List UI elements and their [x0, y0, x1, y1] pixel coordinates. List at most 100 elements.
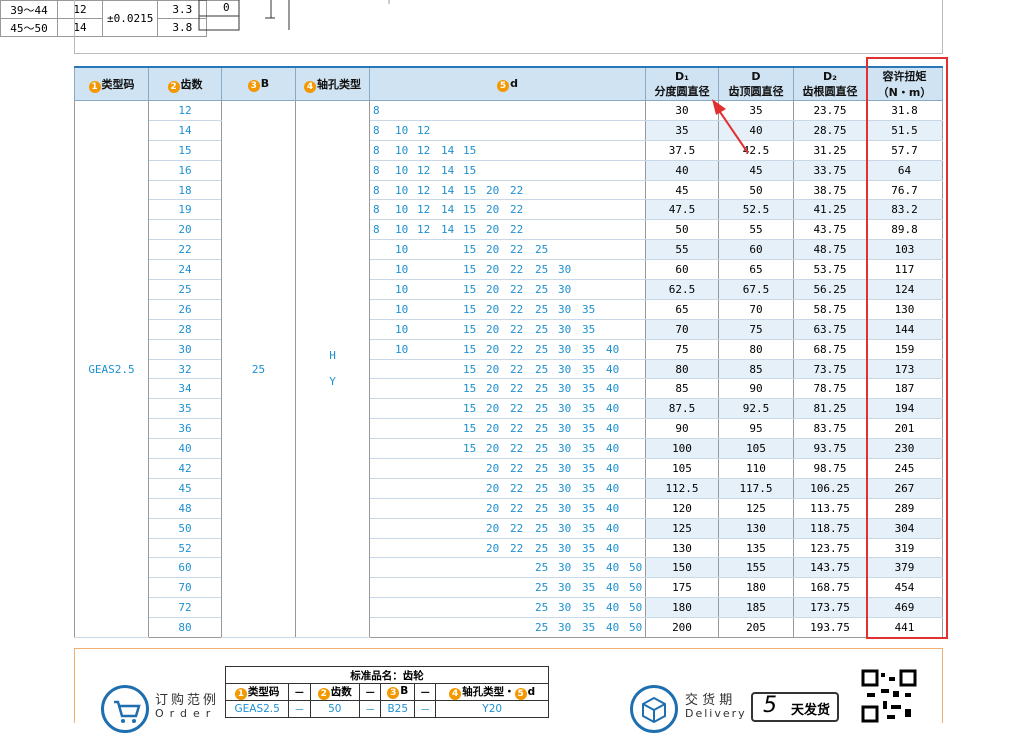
d2-cell: 28.75	[793, 120, 867, 141]
d-value: 25	[535, 601, 549, 615]
d-value: 40	[606, 442, 620, 456]
d-value: 25	[535, 621, 549, 635]
d-value: 25	[535, 342, 549, 356]
d-value: 40	[606, 541, 620, 555]
d-value: 35	[582, 601, 596, 615]
teeth-cell: 35	[148, 398, 222, 420]
d-value: 30	[558, 601, 572, 615]
D-cell: 205	[718, 617, 794, 639]
d2-cell: 83.75	[793, 418, 867, 440]
b-cell: 25	[221, 100, 296, 639]
teeth-cell: 16	[148, 160, 222, 181]
d-value: 8	[373, 163, 380, 177]
d-value: 20	[486, 342, 500, 356]
d2-cell: 33.75	[793, 160, 867, 181]
d-value: 25	[535, 302, 549, 316]
d1-cell: 130	[645, 538, 719, 559]
table-row: 70 25 30 35 40 50 175 180 168.75 454	[75, 577, 943, 599]
dash: －	[359, 683, 382, 701]
d2-cell: 41.25	[793, 199, 867, 221]
d-value: 22	[510, 203, 524, 217]
qr-code-icon	[861, 669, 917, 723]
d-value: 30	[558, 462, 572, 476]
D-cell: 135	[718, 538, 794, 559]
teeth-cell: 45	[148, 478, 222, 499]
D-cell: 95	[718, 418, 794, 440]
d-values-cell: 10 15 20 22 25 30 35 40	[369, 339, 646, 360]
d-value: 25	[535, 243, 549, 257]
d-value: 22	[510, 402, 524, 416]
d1-cell: 100	[645, 438, 719, 460]
delivery-unit: 天发货	[791, 703, 831, 718]
d-value: 15	[463, 322, 477, 336]
teeth-cell: 42	[148, 458, 222, 479]
d1-cell: 55	[645, 239, 719, 261]
d-values-cell: 15 20 22 25 30 35 40	[369, 418, 646, 440]
order-col-hole: 4 轴孔类型・ 5 d	[435, 683, 549, 701]
d-value: 22	[510, 481, 524, 495]
d-value: 10	[395, 243, 409, 257]
d-value: 15	[463, 382, 477, 396]
d-value: 35	[582, 581, 596, 595]
d-value: 22	[510, 541, 524, 555]
d-value: 22	[510, 322, 524, 336]
d-value: 40	[606, 601, 620, 615]
header-d2: D₂ 齿根圆直径	[793, 66, 867, 101]
d-value: 15	[463, 203, 477, 217]
red-arrow-icon	[712, 99, 749, 154]
D-cell: 90	[718, 378, 794, 400]
torque-highlight-box	[866, 57, 948, 639]
d1-cell: 80	[645, 359, 719, 380]
d-value: 50	[629, 561, 643, 575]
teeth-cell: 19	[148, 199, 222, 221]
d-value: 30	[558, 283, 572, 297]
d2-cell: 48.75	[793, 239, 867, 261]
hole-type-value: H	[329, 349, 336, 363]
d-values-cell: 10 15 20 22 25	[369, 239, 646, 261]
D-cell: 75	[718, 319, 794, 340]
d-value: 35	[582, 402, 596, 416]
table-row: 52 20 22 25 30 35 40 130 135 123.75 319	[75, 538, 943, 559]
hole-type-cell: HY	[295, 100, 370, 639]
teeth-cell: 48	[148, 498, 222, 519]
d-value: 25	[535, 462, 549, 476]
table-row: 14 8 10 12 35 40 28.75 51.5	[75, 120, 943, 141]
d2-cell: 73.75	[793, 359, 867, 380]
d2-cell: 106.25	[793, 478, 867, 499]
d-value: 12	[417, 143, 431, 157]
d2-cell: 78.75	[793, 378, 867, 400]
d-value: 14	[441, 183, 455, 197]
D-cell: 180	[718, 577, 794, 599]
d-value: 15	[463, 223, 477, 237]
d1-cell: 65	[645, 299, 719, 320]
d1-cell: 150	[645, 557, 719, 579]
header-type-code: 1 类型码	[74, 66, 149, 101]
d-value: 10	[395, 163, 409, 177]
d-value: 10	[395, 223, 409, 237]
d-values-cell: 8 10 12 14 15 20 22	[369, 219, 646, 241]
delivery-label-en: Delivery	[685, 707, 747, 720]
d-values-cell: 8	[369, 100, 646, 121]
D-cell: 65	[718, 259, 794, 281]
d-value: 12	[417, 203, 431, 217]
d-value: 35	[582, 462, 596, 476]
d-value: 15	[463, 402, 477, 416]
d1-cell: 87.5	[645, 398, 719, 420]
d-value: 30	[558, 263, 572, 277]
d-value: 20	[486, 521, 500, 535]
table-row: 50 20 22 25 30 35 40 125 130 118.75 304	[75, 518, 943, 539]
d-value: 14	[441, 223, 455, 237]
d2-cell: 143.75	[793, 557, 867, 579]
d-value: 25	[535, 501, 549, 515]
d1-cell: 45	[645, 180, 719, 201]
teeth-cell: 40	[148, 438, 222, 460]
d-value: 20	[486, 462, 500, 476]
d-value: 40	[606, 362, 620, 376]
d-value: 22	[510, 283, 524, 297]
d2-cell: 123.75	[793, 538, 867, 559]
tol-range: 39～44	[0, 0, 58, 19]
d-value: 35	[582, 322, 596, 336]
d2-cell: 68.75	[793, 339, 867, 360]
d-value: 30	[558, 521, 572, 535]
d-value: 35	[582, 342, 596, 356]
